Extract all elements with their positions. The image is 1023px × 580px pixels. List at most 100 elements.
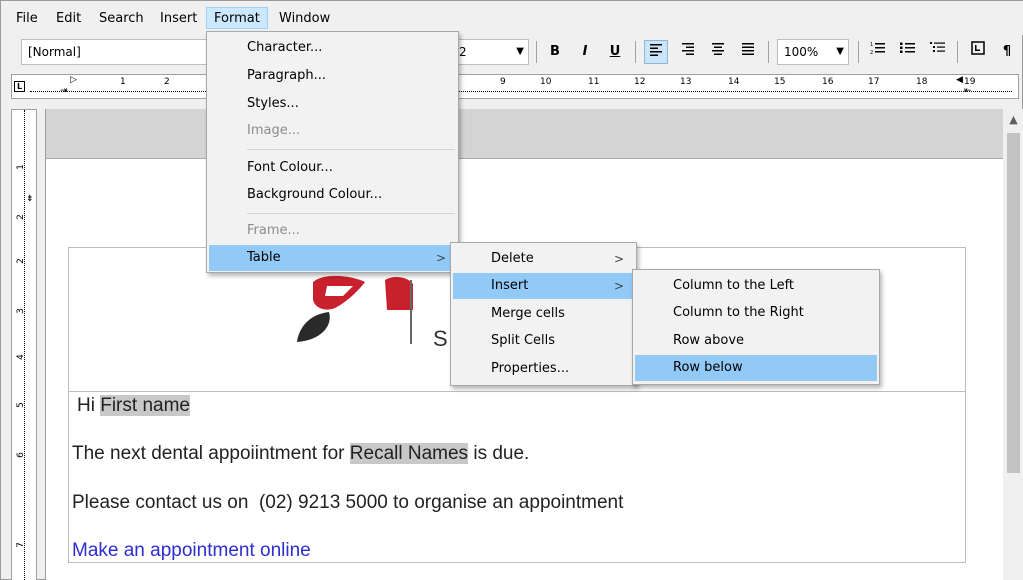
logo-text: S [433,326,448,351]
menu-separator [247,149,455,150]
contact-line[interactable]: Please contact us on (02) 9213 5000 to o… [72,492,623,514]
menu-edit[interactable]: Edit [49,8,88,30]
appointment-line[interactable]: The next dental appoiintment for Recall … [72,443,529,465]
right-margin-marker-icon[interactable]: ⇤ [964,87,972,96]
zoom-dropdown-arrow-icon[interactable]: ▼ [836,40,844,64]
menu-item-character[interactable]: Character... [209,35,456,61]
toolbar-separator [768,41,769,63]
align-right-icon[interactable] [677,40,699,64]
svg-text:2: 2 [870,50,873,55]
recall-names-field[interactable]: Recall Names [349,443,469,464]
menu-item-properties[interactable]: Properties... [453,356,634,382]
font-size-combo[interactable]: 2 ▼ [453,39,529,65]
menu-item-split-cells[interactable]: Split Cells [453,328,634,354]
first-line-indent-icon[interactable]: ▷ [70,76,77,85]
justify-icon[interactable] [737,40,759,64]
ruler-number: 15 [774,77,786,87]
zoom-value: 100% [784,45,819,59]
ruler-number: 9 [500,77,506,87]
format-menu: Character... Paragraph... Styles... Imag… [206,31,459,273]
font-size-dropdown-arrow-icon[interactable]: ▼ [516,40,524,64]
menu-item-font-colour[interactable]: Font Colour... [209,155,456,181]
outline-list-icon[interactable] [927,40,949,64]
vruler-number: 5 [15,402,26,408]
menu-item-column-left[interactable]: Column to the Left [635,273,877,299]
table-submenu: Delete > Insert > Merge cells Split Cell… [450,242,637,386]
pilcrow-icon[interactable]: ¶ [997,40,1017,64]
ruler-number: 16 [822,77,834,87]
menu-item-table-label: Table [247,250,281,265]
vertical-ruler[interactable]: 1 2 2 3 4 5 6 7 ⇟ [11,109,37,580]
menu-item-merge-cells[interactable]: Merge cells [453,301,634,327]
ruler-number: 17 [868,77,880,87]
submenu-arrow-icon: > [613,252,624,266]
appointment-prefix: The next dental appoiintment for [72,443,345,464]
menu-item-paragraph[interactable]: Paragraph... [209,63,456,89]
ruler-number: 18 [916,77,928,87]
ruler-number: 10 [540,77,552,87]
page-frame-icon[interactable] [967,40,989,64]
menu-item-insert[interactable]: Insert > [453,273,634,299]
underline-button[interactable]: U [605,40,625,64]
toolbar-separator [858,41,859,63]
ruler-number: 13 [680,77,692,87]
menu-item-insert-label: Insert [491,278,529,293]
menu-separator [247,213,455,214]
toolbar-separator [635,41,636,63]
scroll-thumb[interactable] [1007,133,1020,473]
right-indent-icon[interactable]: ◀ [956,76,963,85]
vruler-number: 2 [15,258,26,264]
scroll-up-arrow-icon[interactable]: ▲ [1003,113,1023,129]
logo-divider [410,280,412,344]
zoom-combo[interactable]: 100% ▼ [777,39,849,65]
menu-item-table[interactable]: Table > [209,245,456,271]
vruler-number: 3 [15,308,26,314]
submenu-arrow-icon: > [613,279,624,293]
ruler-number: 11 [588,77,600,87]
vruler-dots [24,110,25,580]
menu-format[interactable]: Format [206,7,268,29]
indent-marker-icon[interactable]: ⇥ [60,87,68,96]
toolbar: [Normal] 2 ▼ B I U 100% ▼ 12 ¶ [1,35,1023,71]
tab-type-icon[interactable]: L [14,81,25,92]
vruler-number: 4 [15,354,26,360]
ruler-number: 1 [120,77,126,87]
menu-item-row-above[interactable]: Row above [635,328,877,354]
toolbar-separator [536,41,537,63]
style-combo[interactable]: [Normal] [21,39,207,65]
menu-insert[interactable]: Insert [153,8,204,30]
menu-item-column-right[interactable]: Column to the Right [635,300,877,326]
menu-item-styles[interactable]: Styles... [209,91,456,117]
vruler-number: 1 [15,164,26,170]
menu-item-image: Image... [247,123,301,138]
vruler-indent-icon[interactable]: ⇟ [26,194,34,204]
ruler-number: 14 [728,77,740,87]
menu-item-background-colour[interactable]: Background Colour... [209,182,456,208]
menu-item-delete[interactable]: Delete > [453,246,634,272]
menu-item-frame: Frame... [247,223,300,238]
bullet-list-icon[interactable] [897,40,919,64]
menu-item-delete-label: Delete [491,251,534,266]
ruler-number: 12 [634,77,646,87]
menu-file[interactable]: File [9,8,45,30]
insert-submenu: Column to the Left Column to the Right R… [632,269,880,385]
menu-window[interactable]: Window [272,8,337,30]
menu-search[interactable]: Search [92,8,151,30]
menu-item-row-below[interactable]: Row below [635,355,877,381]
greeting-prefix: Hi [77,395,95,416]
align-left-icon[interactable] [644,40,668,64]
vertical-scrollbar[interactable]: ▲ [1003,109,1023,580]
bold-button[interactable]: B [545,40,565,64]
font-size-value: 2 [459,45,467,59]
horizontal-ruler[interactable]: L 1 2 9 10 11 12 13 14 15 16 17 18 19 ⇥ … [11,74,1019,99]
first-name-field[interactable]: First name [100,395,190,416]
italic-button[interactable]: I [575,40,595,64]
numbered-list-icon[interactable]: 12 [867,40,889,64]
appointment-suffix: is due. [473,443,530,464]
appointment-link[interactable]: Make an appointment online [72,540,311,562]
greeting-line[interactable]: Hi First name [77,395,190,417]
align-center-icon[interactable] [707,40,729,64]
ruler-dots [30,91,1012,92]
logo-icon [297,275,413,342]
vruler-number: 2 [15,214,26,220]
